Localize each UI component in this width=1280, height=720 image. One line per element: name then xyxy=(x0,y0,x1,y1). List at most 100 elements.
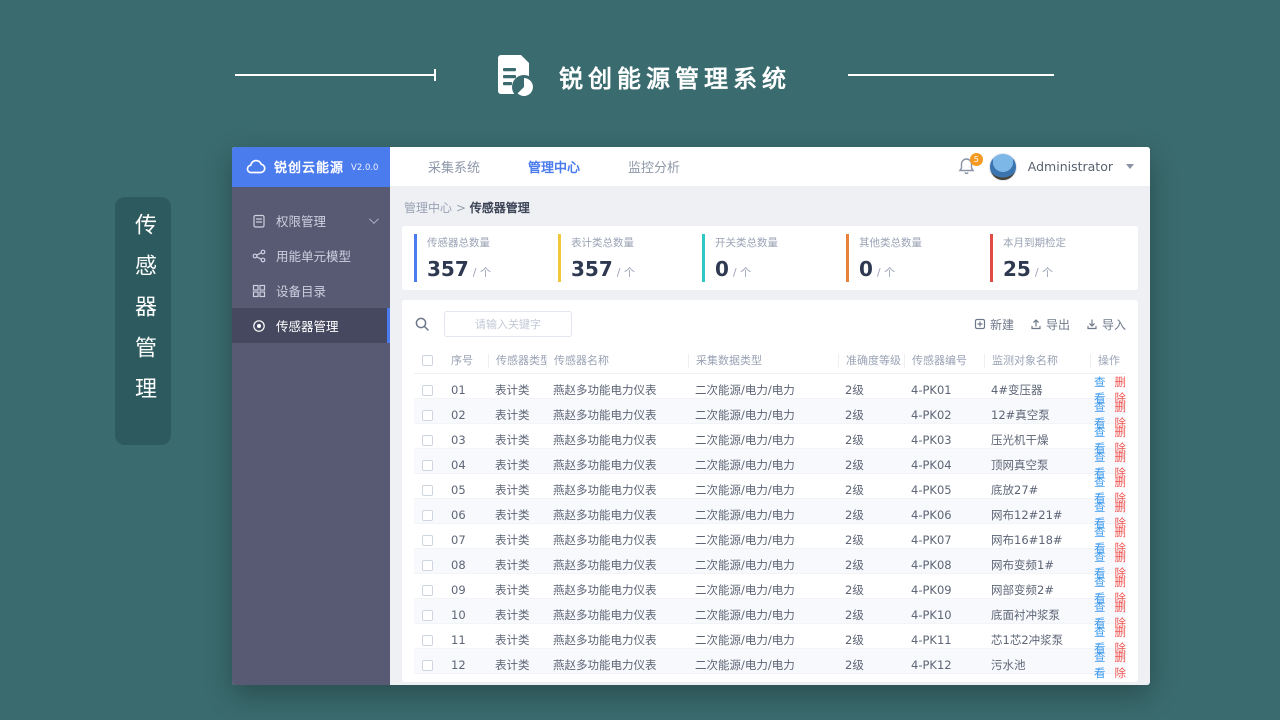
cell-accuracy: 2级 xyxy=(845,633,864,647)
row-checkbox[interactable] xyxy=(422,659,433,671)
stat-sensor-total: 传感器总数量 357/ 个 xyxy=(414,234,550,282)
cell-type: 表计类 xyxy=(495,558,530,572)
nav-item-manage[interactable]: 管理中心 xyxy=(528,157,580,176)
cell-type: 表计类 xyxy=(495,608,530,622)
cell-target: 底放27# xyxy=(991,483,1039,497)
row-checkbox[interactable] xyxy=(422,534,433,546)
table-row: 09 表计类 燕赵多功能电力仪表 二次能源/电力/电力 2级 4-PK09 网部… xyxy=(414,574,1126,605)
stat-unit: / 个 xyxy=(732,266,752,279)
cell-target: 4#变压器 xyxy=(991,383,1043,397)
export-button[interactable]: 导出 xyxy=(1030,316,1070,333)
cell-code: 4-PK10 xyxy=(911,608,952,622)
cell-datatype: 二次能源/电力/电力 xyxy=(695,433,795,447)
banner: 锐创能源管理系统 xyxy=(0,44,1280,108)
nav-item-collect[interactable]: 采集系统 xyxy=(428,157,480,176)
select-all-checkbox[interactable] xyxy=(422,355,433,366)
cell-datatype: 二次能源/电力/电力 xyxy=(695,633,795,647)
cell-datatype: 二次能源/电力/电力 xyxy=(695,458,795,472)
sidebar-item-permissions[interactable]: 权限管理 xyxy=(232,203,390,238)
cell-accuracy: 2级 xyxy=(845,533,864,547)
row-checkbox[interactable] xyxy=(422,459,433,471)
cell-type: 表计类 xyxy=(495,583,530,597)
cell-datatype: 二次能源/电力/电力 xyxy=(695,583,795,597)
breadcrumb-root[interactable]: 管理中心 xyxy=(404,201,452,215)
column-header-name: 传感器名称 xyxy=(546,353,688,368)
notification-bell[interactable]: 5 xyxy=(958,152,983,177)
chevron-down-icon[interactable] xyxy=(368,214,379,225)
search-input[interactable] xyxy=(444,311,572,337)
row-checkbox[interactable] xyxy=(422,559,433,571)
cell-code: 4-PK09 xyxy=(911,583,952,597)
sidebar-item-label: 用能单元模型 xyxy=(276,249,352,264)
cell-name: 燕赵多功能电力仪表 xyxy=(553,658,657,672)
table-row: 12 表计类 燕赵多功能电力仪表 二次能源/电力/电力 2级 4-PK12 污水… xyxy=(414,649,1126,680)
row-checkbox[interactable] xyxy=(422,409,433,421)
stat-unit: / 个 xyxy=(1034,266,1054,279)
row-checkbox[interactable] xyxy=(422,584,433,596)
cell-type: 表计类 xyxy=(495,533,530,547)
share-nodes-icon xyxy=(252,249,266,262)
stat-unit: / 个 xyxy=(876,266,896,279)
sidebar-item-label: 权限管理 xyxy=(276,214,327,229)
stat-meter-total: 表计类总数量 357/ 个 xyxy=(558,234,694,282)
side-label-text: 传感器管理 xyxy=(131,213,156,418)
pagination-summary: 共1页 第1/1页 每页 15 条 xyxy=(626,683,781,685)
user-menu-caret-icon[interactable] xyxy=(1126,164,1134,169)
cell-name: 燕赵多功能电力仪表 xyxy=(553,508,657,522)
cell-type: 表计类 xyxy=(495,408,530,422)
table-row: 02 表计类 燕赵多功能电力仪表 二次能源/电力/电力 2级 4-PK02 12… xyxy=(414,399,1126,430)
row-checkbox[interactable] xyxy=(422,609,433,621)
table-row: 11 表计类 燕赵多功能电力仪表 二次能源/电力/电力 2级 4-PK11 芯1… xyxy=(414,624,1126,655)
cell-code: 4-PK12 xyxy=(911,658,952,672)
cell-no: 02 xyxy=(451,408,466,422)
cell-datatype: 二次能源/电力/电力 xyxy=(695,408,795,422)
cell-name: 燕赵多功能电力仪表 xyxy=(553,558,657,572)
create-button[interactable]: 新建 xyxy=(974,316,1014,333)
cell-accuracy: 2级 xyxy=(845,383,864,397)
table-row: 07 表计类 燕赵多功能电力仪表 二次能源/电力/电力 2级 4-PK07 网布… xyxy=(414,524,1126,555)
stat-value: 357 xyxy=(427,257,469,281)
cell-code: 4-PK06 xyxy=(911,508,952,522)
column-header-type: 传感器类型 xyxy=(488,353,546,368)
cell-datatype: 二次能源/电力/电力 xyxy=(695,483,795,497)
table-row: 08 表计类 燕赵多功能电力仪表 二次能源/电力/电力 2级 4-PK08 网布… xyxy=(414,549,1126,580)
current-page-label: 第1/1页 xyxy=(656,683,685,685)
cell-name: 燕赵多功能电力仪表 xyxy=(553,608,657,622)
cell-target: 12#真空泵 xyxy=(991,408,1050,422)
sidebar-item-device-catalog[interactable]: 设备目录 xyxy=(232,273,390,308)
target-icon xyxy=(253,319,265,332)
stat-value: 357 xyxy=(571,257,613,281)
table-row: 04 表计类 燕赵多功能电力仪表 二次能源/电力/电力 2级 4-PK04 顶网… xyxy=(414,449,1126,480)
cell-accuracy: 2级 xyxy=(845,608,864,622)
cell-name: 燕赵多功能电力仪表 xyxy=(553,408,657,422)
cell-name: 燕赵多功能电力仪表 xyxy=(553,383,657,397)
cell-accuracy: 2级 xyxy=(845,508,864,522)
import-button[interactable]: 导入 xyxy=(1086,316,1126,333)
row-checkbox[interactable] xyxy=(422,434,433,446)
grid-icon xyxy=(252,284,266,297)
stat-other-total: 其他类总数量 0/ 个 xyxy=(846,234,982,282)
cell-target: 芯1芯2冲浆泵 xyxy=(991,633,1064,647)
cell-code: 4-PK03 xyxy=(911,433,952,447)
cell-accuracy: 2级 xyxy=(845,583,864,597)
column-header-no: 序号 xyxy=(451,353,473,367)
cell-accuracy: 2级 xyxy=(845,458,864,472)
stat-switch-total: 开关类总数量 0/ 个 xyxy=(702,234,838,282)
app-version: V2.0.0 xyxy=(351,163,379,173)
row-checkbox[interactable] xyxy=(422,634,433,646)
notification-badge: 5 xyxy=(969,152,983,166)
cell-no: 01 xyxy=(451,383,466,397)
row-checkbox[interactable] xyxy=(422,509,433,521)
view-link[interactable]: 查看 xyxy=(1094,649,1106,681)
sidebar-item-energy-unit-model[interactable]: 用能单元模型 xyxy=(232,238,390,273)
nav-item-monitor[interactable]: 监控分析 xyxy=(628,157,680,176)
delete-link[interactable]: 删除 xyxy=(1115,649,1127,681)
row-checkbox[interactable] xyxy=(422,484,433,496)
cell-accuracy: 2级 xyxy=(845,483,864,497)
cell-target: 网部变频2# xyxy=(991,583,1054,597)
sidebar-item-sensor-management[interactable]: 传感器管理 xyxy=(232,308,390,343)
avatar[interactable] xyxy=(988,152,1017,181)
row-checkbox[interactable] xyxy=(422,384,433,396)
content-area: 管理中心 > 传感器管理 传感器总数量 357/ 个 表计类总数量 357/ 个… xyxy=(390,187,1150,685)
cell-no: 04 xyxy=(451,458,466,472)
